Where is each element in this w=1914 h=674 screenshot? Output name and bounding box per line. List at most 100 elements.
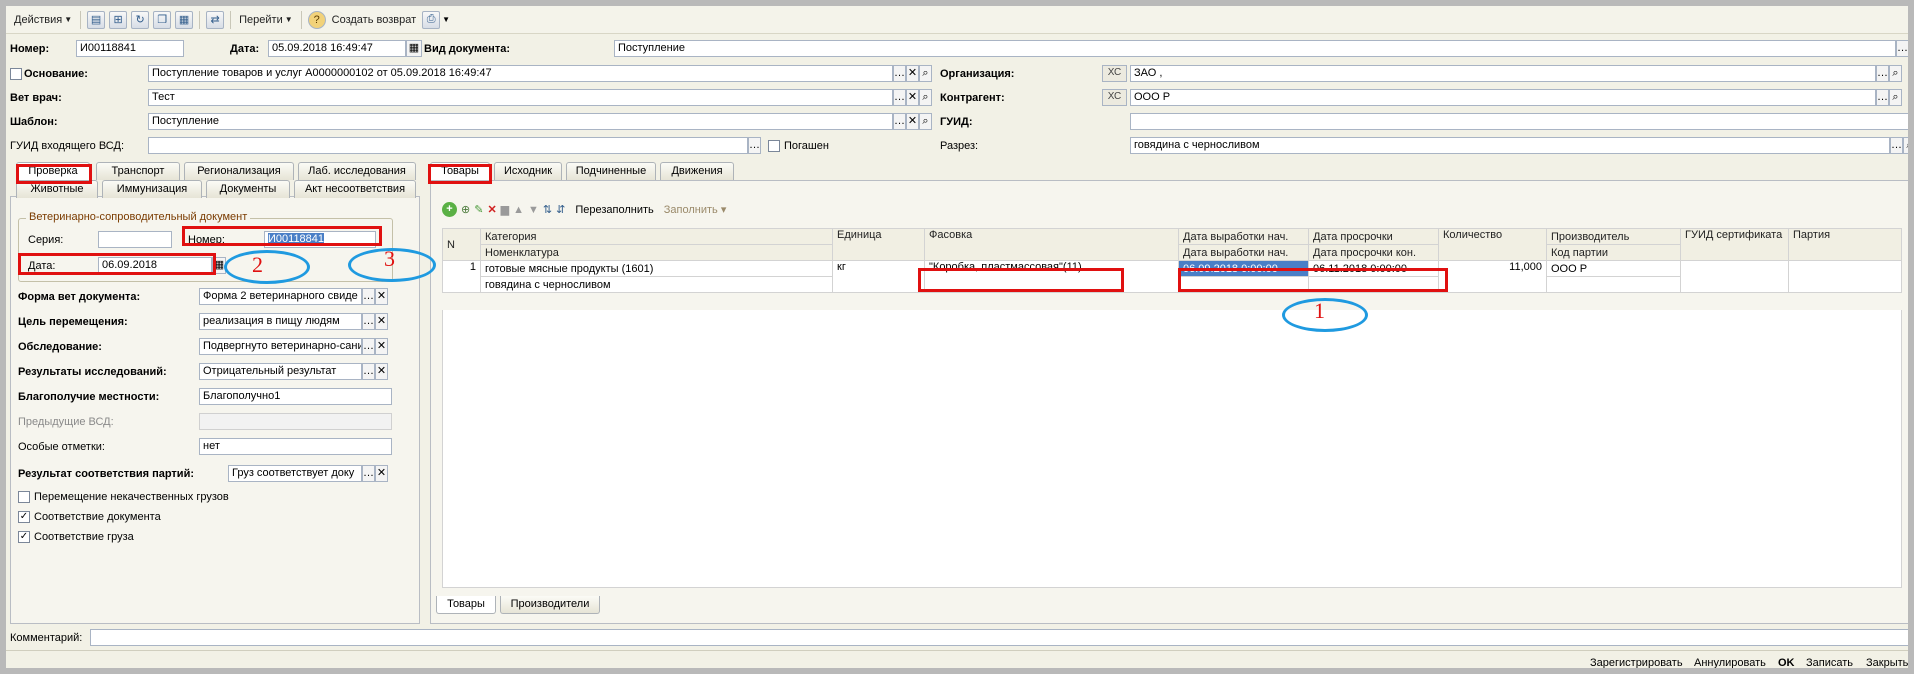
move-down-icon[interactable]: ▼: [528, 204, 539, 216]
date-field[interactable]: 05.09.2018 16:49:47: [268, 40, 406, 57]
tab-movements[interactable]: Движения: [660, 162, 734, 180]
cell-batch-code[interactable]: [1546, 276, 1681, 293]
clear-icon[interactable]: ✕: [375, 288, 388, 305]
print-preview-icon[interactable]: ▦: [175, 10, 194, 29]
cell-batch[interactable]: [1788, 260, 1902, 293]
header-n[interactable]: N: [442, 228, 481, 261]
clear-icon[interactable]: ✕: [375, 465, 388, 482]
printer-icon[interactable]: ⎙: [422, 10, 441, 29]
refresh-icon[interactable]: ↻: [131, 10, 150, 29]
guid-field[interactable]: [1130, 113, 1908, 130]
tab-documents[interactable]: Документы: [206, 180, 290, 198]
search-icon[interactable]: ⌕: [1903, 137, 1908, 154]
basis-field[interactable]: Поступление товаров и услуг А0000000102 …: [148, 65, 893, 82]
sort-desc-icon[interactable]: ⇵: [556, 203, 565, 216]
search-icon[interactable]: ⌕: [919, 89, 932, 106]
save-button[interactable]: Записать: [1806, 657, 1853, 668]
tab-lab-research[interactable]: Лаб. исследования: [298, 162, 416, 180]
end-edit-icon[interactable]: ▆: [501, 203, 509, 216]
contractor-field[interactable]: ООО Р: [1130, 89, 1876, 106]
comment-field[interactable]: [90, 629, 1908, 646]
search-icon[interactable]: ⌕: [919, 113, 932, 130]
tab-subordinate[interactable]: Подчиненные: [566, 162, 656, 180]
clear-icon[interactable]: ✕: [375, 313, 388, 330]
tab-bottom-goods[interactable]: Товары: [436, 596, 496, 614]
header-nomenclature[interactable]: Номенклатура: [480, 244, 833, 261]
select-button[interactable]: …: [1890, 137, 1903, 154]
register-button[interactable]: Зарегистрировать: [1590, 657, 1683, 668]
tab-regionalization[interactable]: Регионализация: [184, 162, 294, 180]
vet-field[interactable]: Тест: [148, 89, 893, 106]
results-field[interactable]: Отрицательный результат: [199, 363, 362, 380]
header-unit[interactable]: Единица: [832, 228, 925, 261]
header-category[interactable]: Категория: [480, 228, 833, 245]
help-icon[interactable]: ?: [307, 10, 326, 29]
ok-button[interactable]: OK: [1778, 657, 1795, 668]
cell-unit[interactable]: кг: [832, 260, 925, 293]
tab-bottom-producers[interactable]: Производители: [500, 596, 600, 614]
cell-category[interactable]: готовые мясные продукты (1601): [480, 260, 833, 277]
dropdown-button[interactable]: …: [1896, 40, 1908, 57]
cell-nomenclature[interactable]: говядина с черносливом: [480, 276, 833, 293]
purpose-field[interactable]: реализация в пищу людям: [199, 313, 362, 330]
tab-immunization[interactable]: Иммунизация: [102, 180, 202, 198]
cell-guid-cert[interactable]: [1680, 260, 1789, 293]
save-icon[interactable]: ▤: [87, 10, 106, 29]
wellbeing-field[interactable]: Благополучно1: [199, 388, 392, 405]
select-button[interactable]: …: [748, 137, 761, 154]
search-icon[interactable]: ⌕: [1909, 40, 1914, 57]
structure-icon[interactable]: ⇄: [206, 10, 225, 29]
edit-icon[interactable]: ✎: [474, 203, 483, 216]
header-guid-cert[interactable]: ГУИД сертификата: [1680, 228, 1789, 261]
search-icon[interactable]: ⌕: [1889, 65, 1902, 82]
section-field[interactable]: говядина с черносливом: [1130, 137, 1890, 154]
select-button[interactable]: …: [362, 363, 375, 380]
doc-match-checkbox[interactable]: ✓: [18, 511, 30, 523]
add-icon[interactable]: +: [442, 202, 457, 217]
select-button[interactable]: …: [1876, 89, 1889, 106]
marks-field[interactable]: нет: [199, 438, 392, 455]
header-qty[interactable]: Количество: [1438, 228, 1547, 261]
clear-icon[interactable]: ✕: [375, 363, 388, 380]
cancel-button[interactable]: Аннулировать: [1694, 657, 1766, 668]
tab-source[interactable]: Исходник: [494, 162, 562, 180]
search-icon[interactable]: ⌕: [919, 65, 932, 82]
select-button[interactable]: …: [362, 313, 375, 330]
refill-button[interactable]: Перезаполнить: [575, 204, 653, 216]
goto-menu[interactable]: Перейти ▼: [235, 9, 297, 31]
header-batch[interactable]: Партия: [1788, 228, 1902, 261]
sort-asc-icon[interactable]: ⇅: [543, 203, 552, 216]
tab-transport[interactable]: Транспорт: [96, 162, 180, 180]
tab-nonconformity-act[interactable]: Акт несоответствия: [294, 180, 416, 198]
clear-icon[interactable]: ✕: [906, 65, 919, 82]
header-packing[interactable]: Фасовка: [924, 228, 1179, 261]
select-button[interactable]: …: [1876, 65, 1889, 82]
form-field[interactable]: Форма 2 ветеринарного свиде: [199, 288, 362, 305]
select-button[interactable]: …: [893, 89, 906, 106]
close-button[interactable]: Закрыть: [1866, 657, 1908, 668]
post-icon[interactable]: ⊞: [109, 10, 128, 29]
doctype-field[interactable]: Поступление: [614, 40, 1896, 57]
select-button[interactable]: …: [362, 338, 375, 355]
exam-field[interactable]: Подвергнуто ветеринарно-сани: [199, 338, 362, 355]
basis-checkbox[interactable]: [10, 68, 22, 80]
select-button[interactable]: …: [893, 65, 906, 82]
repaid-checkbox[interactable]: [768, 140, 780, 152]
header-exp-date[interactable]: Дата просрочки: [1308, 228, 1439, 245]
fill-button[interactable]: Заполнить ▾: [664, 203, 727, 216]
guid-in-field[interactable]: [148, 137, 748, 154]
copy-row-icon[interactable]: ⊕: [461, 203, 470, 216]
select-button[interactable]: …: [893, 113, 906, 130]
select-button[interactable]: …: [362, 465, 375, 482]
header-prod-date[interactable]: Дата выработки нач.: [1178, 228, 1309, 245]
bad-cargo-checkbox[interactable]: [18, 491, 30, 503]
cell-n[interactable]: 1: [442, 260, 481, 293]
create-return-button[interactable]: Создать возврат: [328, 9, 421, 31]
contractor-xc-badge[interactable]: ХС: [1102, 89, 1127, 106]
copy-icon[interactable]: ❐: [153, 10, 172, 29]
cell-qty[interactable]: 11,000: [1438, 260, 1547, 293]
org-field[interactable]: ЗАО ,: [1130, 65, 1876, 82]
actions-menu[interactable]: Действия ▼: [10, 9, 76, 31]
template-field[interactable]: Поступление: [148, 113, 893, 130]
clear-icon[interactable]: ✕: [375, 338, 388, 355]
